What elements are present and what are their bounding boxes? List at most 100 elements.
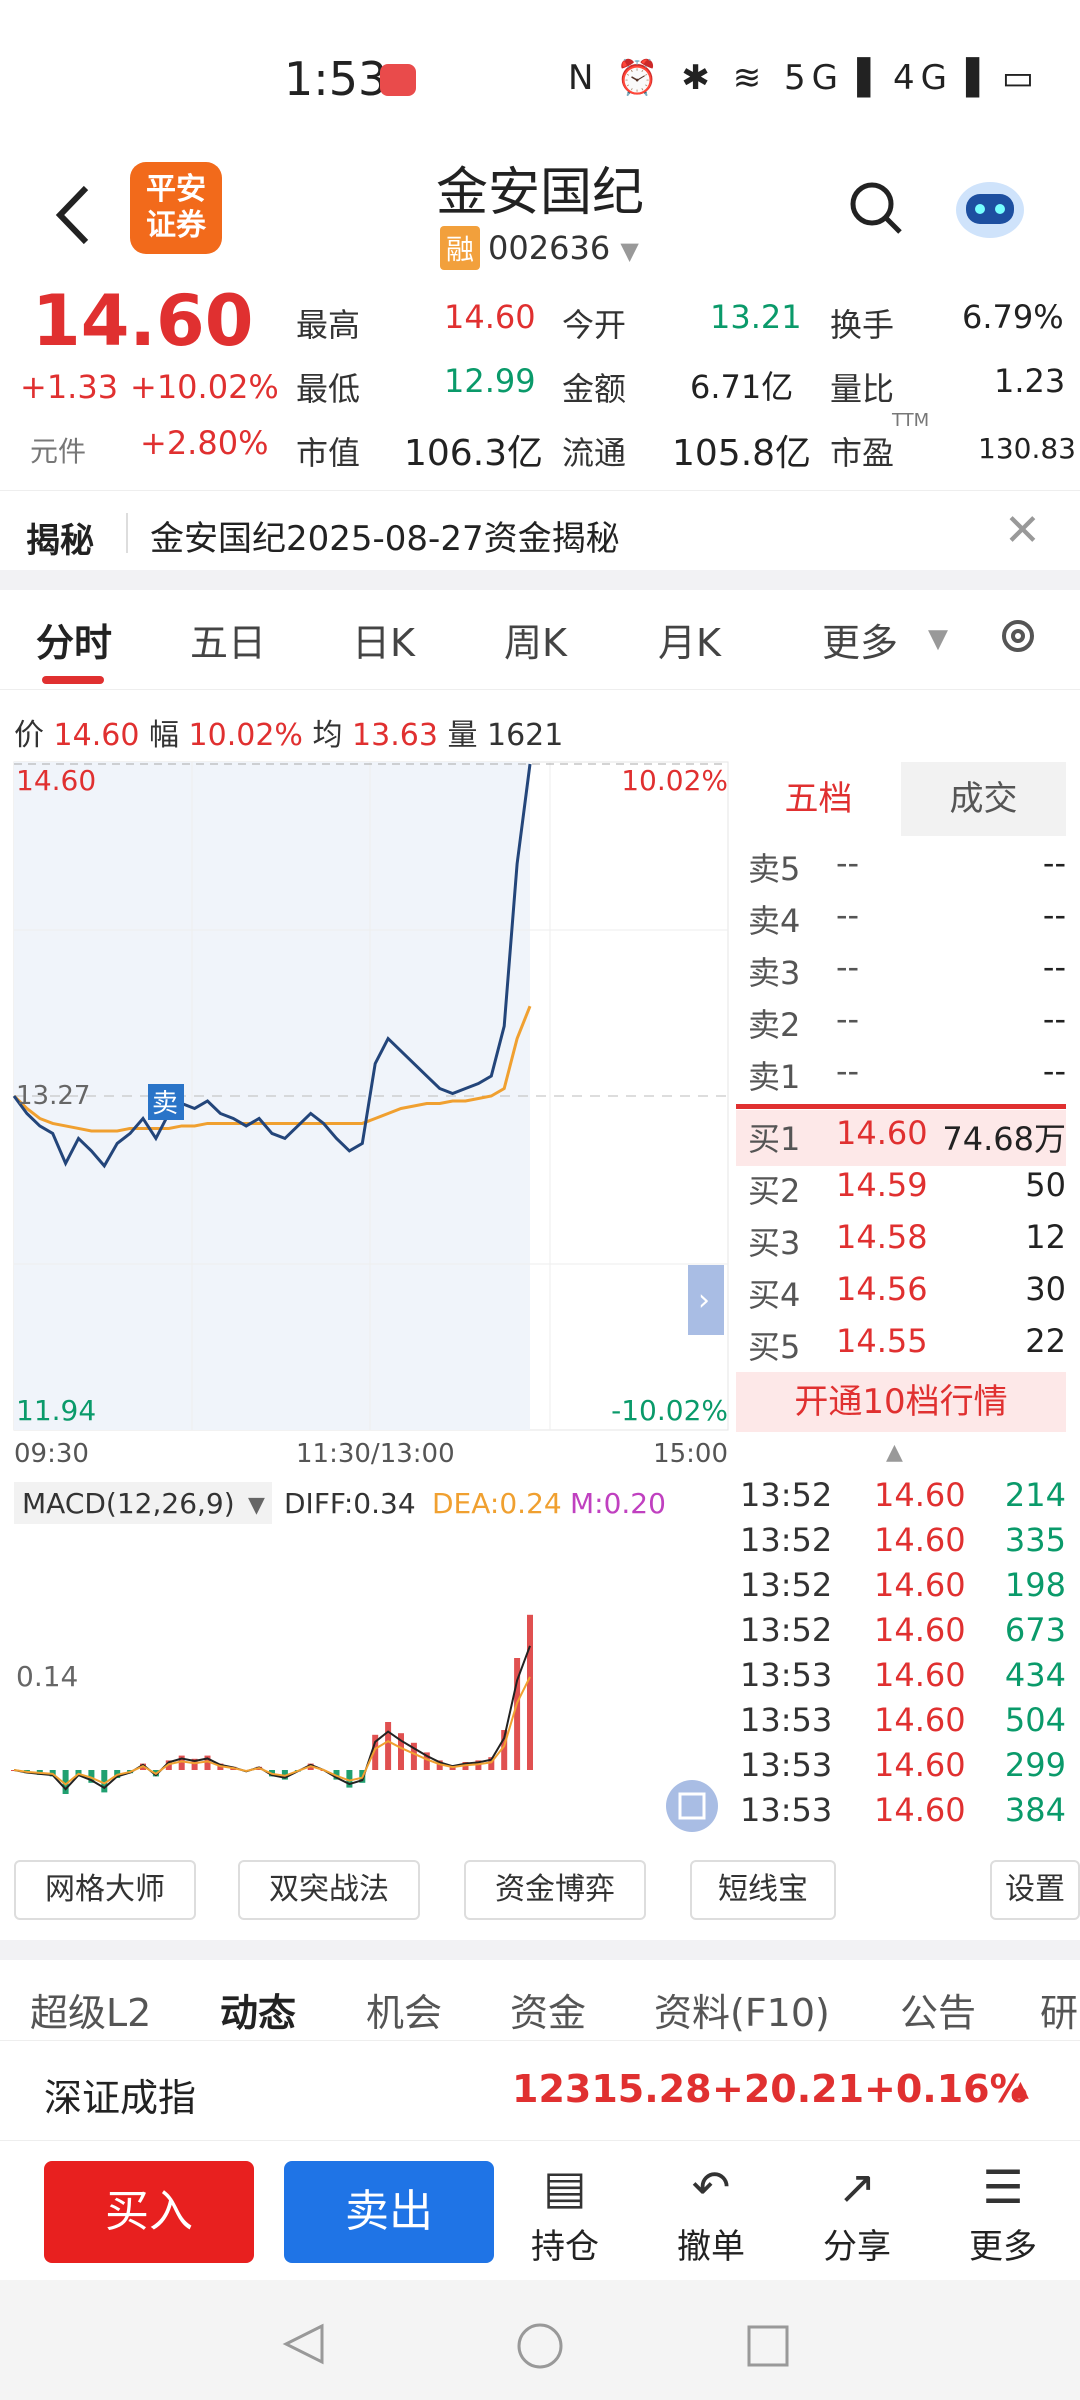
tab-opportunity[interactable]: 机会 xyxy=(366,1982,442,2037)
open-ten-levels-button[interactable]: 开通10档行情 xyxy=(736,1372,1066,1432)
info-range: 10.02% xyxy=(188,718,303,753)
quote-panel: 14.60 +1.33 +10.02% 元件 +2.80% 最高 14.60 今… xyxy=(0,280,1080,480)
tab-daily-k[interactable]: 日K xyxy=(352,612,415,667)
level-label: 买3 xyxy=(748,1224,801,1262)
gear-icon[interactable] xyxy=(994,612,1042,660)
level-price: 14.58 xyxy=(836,1218,928,1256)
document-icon: ▤ xyxy=(543,2160,587,2214)
tab-announcement[interactable]: 公告 xyxy=(900,1982,976,2037)
chart-info-line: 价 14.60 幅 10.02% 均 13.63 量 1621 xyxy=(14,710,563,754)
high-value: 14.60 xyxy=(444,298,536,336)
ask-row[interactable]: 卖4 -- -- xyxy=(736,896,1066,948)
double-breakout-button[interactable]: 双突战法 xyxy=(238,1860,420,1920)
holdings-button[interactable]: ▤ 持仓 xyxy=(510,2155,620,2275)
intraday-chart[interactable]: 14.60 10.02% 13.27 11.94 -10.02% 卖 › 09:… xyxy=(0,760,730,1910)
status-time: 1:53 xyxy=(284,52,388,106)
grid-master-button[interactable]: 网格大师 xyxy=(14,1860,196,1920)
macd-m: M:0.20 xyxy=(570,1487,666,1520)
search-icon[interactable] xyxy=(848,180,904,236)
pe-label: 市盈 xyxy=(830,434,895,472)
tick-row: 13:53 14.60 299 xyxy=(736,1746,1066,1791)
float-value: 105.8亿 xyxy=(672,433,812,474)
tick-row: 13:52 14.60 198 xyxy=(736,1566,1066,1611)
buy-button[interactable]: 买入 xyxy=(44,2161,254,2263)
trade-bar: 买入 卖出 ▤ 持仓 ↶ 撤单 ↗ 分享 ☰ 更多 xyxy=(0,2140,1080,2280)
level-price: -- xyxy=(836,896,860,934)
tab-dynamics[interactable]: 动态 xyxy=(220,1982,296,2037)
macd-bar xyxy=(527,1614,533,1770)
info-vol: 1621 xyxy=(487,718,564,753)
ask-row[interactable]: 卖1 -- -- xyxy=(736,1052,1066,1104)
bid-row[interactable]: 买1 14.60 74.68万 xyxy=(736,1114,1066,1166)
ask-row[interactable]: 卖5 -- -- xyxy=(736,844,1066,896)
tick-row: 13:52 14.60 214 xyxy=(736,1476,1066,1521)
level-volume: 22 xyxy=(1025,1322,1066,1360)
tab-monthly-k[interactable]: 月K xyxy=(658,612,721,667)
tab-more[interactable]: 更多 xyxy=(822,612,898,667)
bottom-price-label: 11.94 xyxy=(16,1394,96,1427)
level-price: 14.60 xyxy=(836,1114,928,1152)
index-ticker[interactable]: 深证成指 12315.28 +20.21 +0.16% ▲ xyxy=(0,2040,1080,2140)
index-change: +20.21 xyxy=(712,2067,865,2111)
ask-row[interactable]: 卖3 -- -- xyxy=(736,948,1066,1000)
fund-reveal-banner[interactable]: 揭秘 金安国纪2025-08-27资金揭秘 ✕ xyxy=(0,490,1080,570)
stock-code-selector[interactable]: 融 002636 ▼ xyxy=(440,226,639,270)
chevron-up-icon[interactable]: ▲ xyxy=(886,1440,903,1465)
nav-home-icon[interactable] xyxy=(516,2322,564,2370)
pe-ttm-label: TTM xyxy=(892,410,930,431)
tick-volume: 299 xyxy=(1004,1746,1066,1784)
tab-research[interactable]: 研 xyxy=(1040,1982,1078,2037)
nav-recents-icon[interactable] xyxy=(746,2324,790,2368)
share-button[interactable]: ↗ 分享 xyxy=(802,2155,912,2275)
stock-name: 金安国纪 xyxy=(435,163,644,223)
mktcap-value: 106.3亿 xyxy=(404,433,544,474)
tick-time: 13:52 xyxy=(740,1521,833,1559)
tick-price: 14.60 xyxy=(874,1566,966,1604)
macd-dea: DEA:0.24 xyxy=(432,1487,562,1520)
tab-super-l2[interactable]: 超级L2 xyxy=(30,1982,151,2037)
short-term-button[interactable]: 短线宝 xyxy=(690,1860,836,1920)
chevron-down-icon: ▼ xyxy=(620,237,639,265)
level-volume: -- xyxy=(1042,896,1066,934)
close-icon[interactable]: ✕ xyxy=(1004,505,1041,556)
nav-back-icon[interactable] xyxy=(282,2322,326,2366)
tab-f10[interactable]: 资料(F10) xyxy=(654,1982,830,2037)
level-label: 卖3 xyxy=(748,954,801,992)
high-label: 最高 xyxy=(296,306,361,344)
sell-button[interactable]: 卖出 xyxy=(284,2161,494,2263)
settings-button[interactable]: 设置 xyxy=(990,1860,1080,1920)
level-price: -- xyxy=(836,1000,860,1038)
info-avg: 13.63 xyxy=(352,718,438,753)
tab-intraday[interactable]: 分时 xyxy=(36,612,112,667)
period-tabs: 分时 五日 日K 周K 月K 更多 ▼ xyxy=(0,590,1080,690)
top-price-label: 14.60 xyxy=(16,764,96,797)
turnover-value: 6.79% xyxy=(962,298,1064,336)
bid-row[interactable]: 买4 14.56 30 xyxy=(736,1270,1066,1322)
tab-five-levels[interactable]: 五档 xyxy=(736,762,901,836)
sector-change: +2.80% xyxy=(140,424,269,462)
tab-funds[interactable]: 资金 xyxy=(510,1982,586,2037)
chevron-up-icon[interactable]: ▲ xyxy=(1012,2077,1029,2102)
undo-icon: ↶ xyxy=(691,2160,731,2214)
level-price: 14.56 xyxy=(836,1270,928,1308)
cancel-order-button[interactable]: ↶ 撤单 xyxy=(656,2155,766,2275)
fund-game-button[interactable]: 资金博弈 xyxy=(464,1860,646,1920)
tick-volume: 504 xyxy=(1004,1701,1066,1739)
assistant-robot-icon[interactable] xyxy=(950,168,1030,248)
margin-badge: 融 xyxy=(440,226,481,270)
tab-five-day[interactable]: 五日 xyxy=(190,612,266,667)
tick-volume: 673 xyxy=(1004,1611,1066,1649)
tick-time: 13:53 xyxy=(740,1746,833,1784)
more-button[interactable]: ☰ 更多 xyxy=(948,2155,1058,2275)
fullscreen-icon xyxy=(666,1780,718,1832)
bid-row[interactable]: 买3 14.58 12 xyxy=(736,1218,1066,1270)
bid-row[interactable]: 买2 14.59 50 xyxy=(736,1166,1066,1218)
ask-row[interactable]: 卖2 -- -- xyxy=(736,1000,1066,1052)
tab-weekly-k[interactable]: 周K xyxy=(504,612,567,667)
tab-deals[interactable]: 成交 xyxy=(901,762,1066,836)
level-price: -- xyxy=(836,1052,860,1090)
stock-code: 002636 xyxy=(488,229,611,267)
bid-row[interactable]: 买5 14.55 22 xyxy=(736,1322,1066,1374)
info-range-label: 幅 xyxy=(148,718,179,753)
tick-volume: 214 xyxy=(1004,1476,1066,1514)
